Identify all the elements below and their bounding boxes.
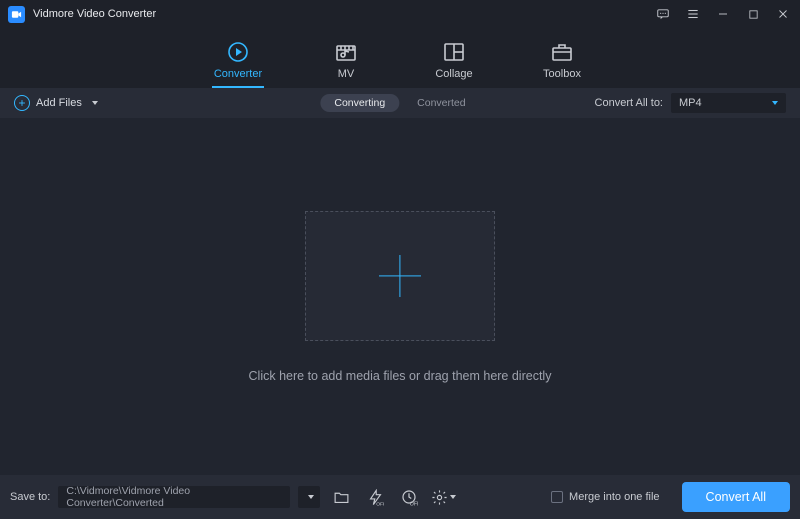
nav-tab-toolbox[interactable]: Toolbox bbox=[532, 41, 592, 88]
convert-all-to: Convert All to: MP4 bbox=[595, 93, 786, 113]
save-to-label: Save to: bbox=[10, 491, 50, 503]
convert-all-to-label: Convert All to: bbox=[595, 97, 663, 109]
title-bar: Vidmore Video Converter bbox=[0, 0, 800, 28]
minimize-icon[interactable] bbox=[716, 7, 730, 21]
nav-label: Toolbox bbox=[543, 68, 581, 80]
menu-icon[interactable] bbox=[686, 7, 700, 21]
plus-circle-icon bbox=[14, 95, 30, 111]
nav-label: Collage bbox=[435, 68, 472, 80]
add-files-label: Add Files bbox=[36, 97, 82, 109]
chevron-down-icon bbox=[92, 101, 98, 105]
mode-toggle: Converting Converted bbox=[320, 94, 479, 112]
mode-converting[interactable]: Converting bbox=[320, 94, 399, 112]
app-title: Vidmore Video Converter bbox=[33, 8, 156, 20]
save-to-path[interactable]: C:\Vidmore\Vidmore Video Converter\Conve… bbox=[58, 486, 290, 508]
checkbox-icon bbox=[551, 491, 563, 503]
svg-text:OFF: OFF bbox=[410, 501, 418, 506]
nav-tab-collage[interactable]: Collage bbox=[424, 41, 484, 88]
hardware-accel-button[interactable]: OFF bbox=[362, 486, 388, 508]
save-to-dropdown-button[interactable] bbox=[298, 486, 320, 508]
nav-label: MV bbox=[338, 68, 355, 80]
chevron-down-icon bbox=[308, 495, 314, 499]
merge-checkbox[interactable]: Merge into one file bbox=[551, 491, 660, 503]
feedback-icon[interactable] bbox=[656, 7, 670, 21]
app-window: Vidmore Video Converter Co bbox=[0, 0, 800, 519]
add-plus-icon bbox=[379, 255, 421, 297]
high-speed-button[interactable]: OFF bbox=[396, 486, 422, 508]
nav-tab-mv[interactable]: MV bbox=[316, 41, 376, 88]
maximize-icon[interactable] bbox=[746, 7, 760, 21]
open-folder-button[interactable] bbox=[328, 486, 354, 508]
nav-tab-converter[interactable]: Converter bbox=[208, 41, 268, 88]
primary-nav: Converter MV Collage Toolbox bbox=[0, 28, 800, 88]
main-area: Click here to add media files or drag th… bbox=[0, 118, 800, 475]
secondary-bar: Add Files Converting Converted Convert A… bbox=[0, 88, 800, 118]
toolbox-icon bbox=[550, 41, 574, 63]
close-icon[interactable] bbox=[776, 7, 790, 21]
svg-text:OFF: OFF bbox=[376, 501, 384, 506]
collage-icon bbox=[442, 41, 466, 63]
format-select[interactable]: MP4 bbox=[671, 93, 786, 113]
dropzone[interactable] bbox=[305, 211, 495, 341]
nav-label: Converter bbox=[214, 68, 262, 80]
dropzone-hint: Click here to add media files or drag th… bbox=[249, 369, 552, 383]
merge-label: Merge into one file bbox=[569, 491, 660, 503]
convert-all-button[interactable]: Convert All bbox=[682, 482, 790, 512]
chevron-down-icon bbox=[450, 495, 456, 499]
window-controls bbox=[656, 7, 790, 21]
app-logo-icon bbox=[8, 6, 25, 23]
converter-icon bbox=[226, 41, 250, 63]
format-selected-value: MP4 bbox=[679, 97, 702, 109]
add-files-button[interactable]: Add Files bbox=[14, 95, 98, 111]
bottom-bar: Save to: C:\Vidmore\Vidmore Video Conver… bbox=[0, 475, 800, 519]
settings-button[interactable] bbox=[430, 486, 456, 508]
mv-icon bbox=[334, 41, 358, 63]
mode-converted[interactable]: Converted bbox=[403, 94, 479, 112]
chevron-down-icon bbox=[772, 101, 778, 105]
